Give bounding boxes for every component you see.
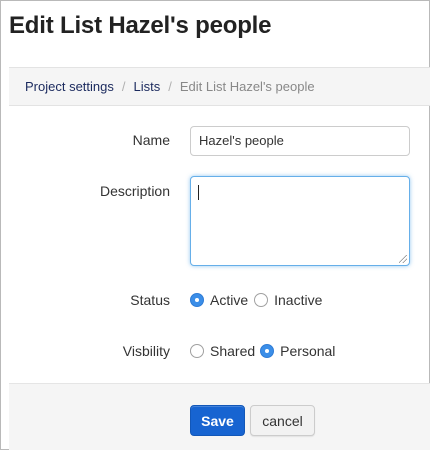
cancel-button[interactable]: cancel <box>250 405 315 436</box>
name-label: Name <box>132 132 170 148</box>
visibility-personal-label[interactable]: Personal <box>280 343 335 359</box>
save-button[interactable]: Save <box>190 405 245 436</box>
text-caret <box>198 185 199 200</box>
visibility-label: Visbility <box>122 343 170 359</box>
breadcrumb-current: Edit List Hazel's people <box>179 79 315 94</box>
status-inactive-label[interactable]: Inactive <box>274 292 322 308</box>
status-active-label[interactable]: Active <box>210 292 248 308</box>
visibility-shared-radio[interactable] <box>190 344 204 358</box>
breadcrumb-separator: / <box>168 79 172 94</box>
status-radio-group: Active Inactive <box>190 292 322 308</box>
name-input[interactable]: Hazel's people <box>190 126 410 156</box>
breadcrumb-lists[interactable]: Lists <box>134 79 161 94</box>
description-label: Description <box>99 183 170 199</box>
breadcrumb-project-settings[interactable]: Project settings <box>25 79 114 94</box>
resize-handle-icon[interactable] <box>399 255 407 263</box>
visibility-personal-radio[interactable] <box>260 344 275 358</box>
page-title: Edit List Hazel's people <box>9 12 272 39</box>
status-inactive-radio[interactable] <box>254 293 269 307</box>
visibility-shared-label[interactable]: Shared <box>210 343 255 359</box>
description-textarea[interactable] <box>190 176 410 266</box>
breadcrumb-separator: / <box>121 79 126 94</box>
breadcrumb: Project settings / Lists / Edit List Haz… <box>9 67 430 106</box>
status-label: Status <box>130 292 170 308</box>
status-active-radio[interactable] <box>190 293 204 307</box>
visibility-radio-group: Shared Personal <box>190 343 335 359</box>
